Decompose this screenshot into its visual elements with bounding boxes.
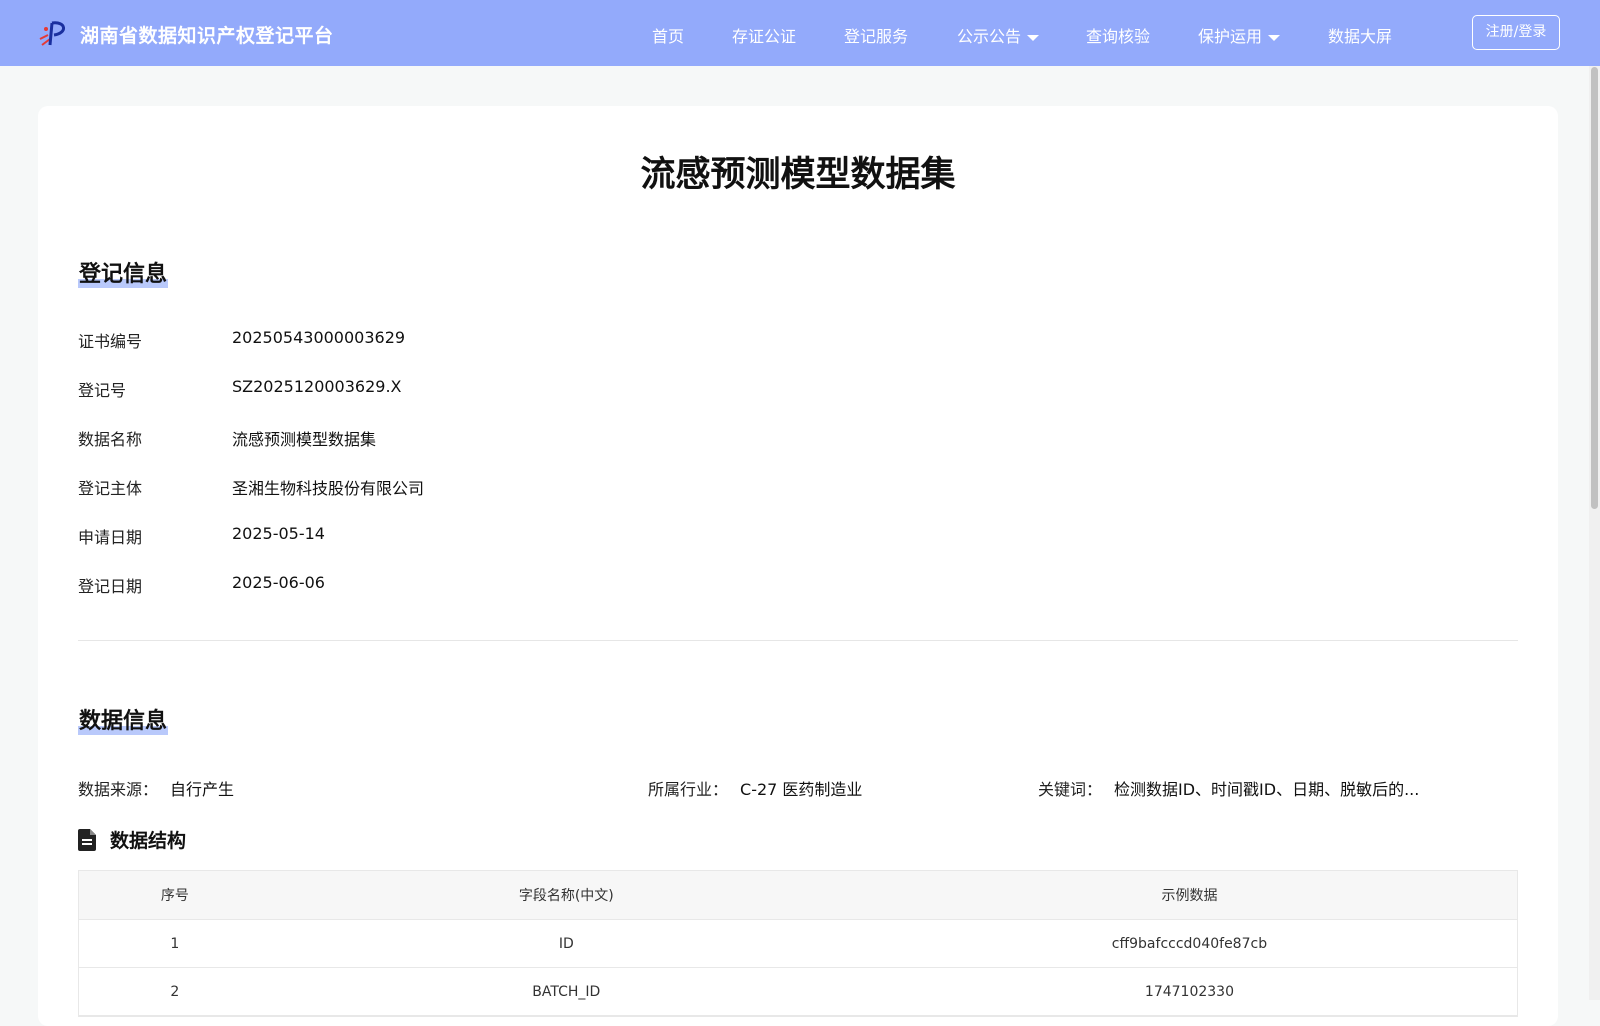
- nav-query[interactable]: 查询核验: [1086, 23, 1150, 47]
- page-title: 流感预测模型数据集: [640, 154, 956, 195]
- registration-section-title: 登记信息: [78, 256, 169, 288]
- nav-announce[interactable]: 公示公告: [957, 23, 1040, 47]
- detail-card: 流感预测模型数据集 登记信息 证书编号 20250543000003629 登记…: [38, 106, 1558, 1026]
- info-value: 20250543000003629: [232, 328, 406, 347]
- table-cell: BATCH_ID: [532, 983, 601, 1000]
- keywords: 关键词： 检测数据ID、时间戳ID、日期、脱敏后的...: [1038, 776, 1419, 800]
- nav-home[interactable]: 首页: [652, 23, 684, 47]
- column-header: 字段名称(中文): [518, 888, 614, 904]
- nav-announce-label: 公示公告: [957, 27, 1022, 46]
- info-label: 证书编号: [78, 332, 143, 351]
- data-source: 数据来源： 自行产生: [78, 776, 234, 800]
- structure-title-label: 数据结构: [110, 830, 187, 852]
- nav-protect-label: 保护运用: [1198, 27, 1263, 46]
- industry: 所属行业： C-27 医药制造业: [648, 776, 862, 800]
- brand-title[interactable]: 湖南省数据知识产权登记平台: [80, 21, 334, 48]
- industry-label: 所属行业：: [648, 780, 729, 799]
- platform-logo-icon: [39, 21, 65, 46]
- structure-title: 数据结构: [78, 826, 186, 853]
- nav-protect[interactable]: 保护运用: [1198, 23, 1281, 47]
- info-value: 圣湘生物科技股份有限公司: [232, 479, 425, 498]
- nav-register[interactable]: 登记服务: [844, 23, 908, 47]
- document-icon: [78, 828, 96, 851]
- top-navbar: 湖南省数据知识产权登记平台 首页 存证公证 登记服务 公示公告 查询核验 保护运…: [0, 0, 1600, 66]
- info-value: 2025-06-06: [232, 573, 325, 592]
- info-value: 2025-05-14: [232, 524, 325, 543]
- table-cell: ID: [558, 935, 574, 952]
- info-value: 流感预测模型数据集: [232, 430, 377, 449]
- table-header: 序号 字段名称(中文) 示例数据: [79, 871, 1517, 920]
- table-cell: 2: [170, 983, 180, 1000]
- data-source-label: 数据来源：: [78, 780, 159, 799]
- keywords-value: 检测数据ID、时间戳ID、日期、脱敏后的...: [1114, 780, 1420, 799]
- info-value: SZ2025120003629.X: [232, 377, 402, 396]
- chevron-down-icon: [1027, 34, 1040, 41]
- industry-value: C-27 医药制造业: [740, 780, 863, 799]
- info-label: 登记号: [78, 381, 127, 400]
- column-header: 示例数据: [1161, 888, 1218, 904]
- scrollbar-thumb[interactable]: [1591, 67, 1598, 509]
- info-label: 登记日期: [78, 577, 143, 596]
- table-cell: 1747102330: [1144, 983, 1234, 1000]
- info-label: 登记主体: [78, 479, 143, 498]
- column-header: 序号: [160, 888, 189, 904]
- table-cell: 1: [170, 935, 180, 952]
- keywords-label: 关键词：: [1038, 780, 1103, 799]
- data-structure-table: 序号 字段名称(中文) 示例数据 1 ID cff9bafcccd040fe87…: [78, 870, 1518, 1017]
- nav-dashboard[interactable]: 数据大屏: [1328, 23, 1392, 47]
- table-row: 1 ID cff9bafcccd040fe87cb: [79, 920, 1517, 968]
- table-row: 2 BATCH_ID 1747102330: [79, 968, 1517, 1016]
- table-cell: cff9bafcccd040fe87cb: [1111, 935, 1268, 952]
- data-source-value: 自行产生: [170, 780, 235, 799]
- nav-notary[interactable]: 存证公证: [732, 23, 796, 47]
- section-divider: [78, 640, 1518, 641]
- info-label: 数据名称: [78, 430, 143, 449]
- data-info-section-title: 数据信息: [78, 703, 169, 735]
- chevron-down-icon: [1268, 34, 1281, 41]
- login-register-button[interactable]: 注册/登录: [1472, 15, 1560, 50]
- info-label: 申请日期: [78, 528, 143, 547]
